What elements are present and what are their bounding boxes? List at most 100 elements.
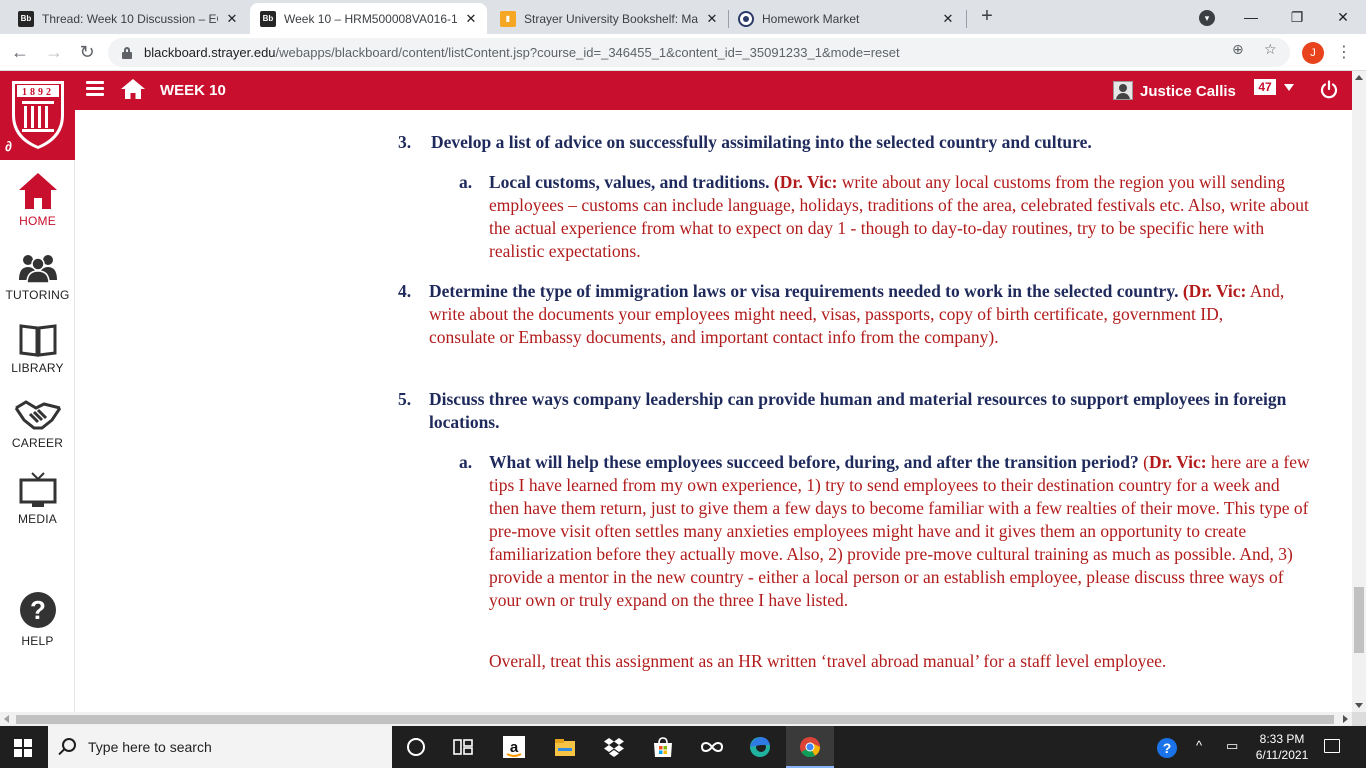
cortana-icon[interactable] (404, 735, 428, 759)
list-number: 4. (398, 281, 412, 301)
left-sidebar: HOME TUTORING LIBRARY CAREER MEDIA ? HEL… (0, 160, 75, 712)
help-tray-icon[interactable]: ? (1156, 737, 1178, 759)
assignment-item-5: Discuss three ways company leadership ca… (429, 389, 1287, 432)
window-controls: — ❐ ✕ (1228, 0, 1366, 34)
clock-date: 6/11/2021 (1255, 748, 1309, 762)
home-icon[interactable] (120, 78, 146, 100)
item-lead: What will help these employees succeed b… (489, 452, 1139, 472)
list-number: 5. (398, 389, 412, 409)
monitor-icon (19, 472, 56, 507)
sidebar-item-tutoring[interactable]: TUTORING (0, 252, 75, 304)
windows-taskbar: Type here to search a ? ^ ▭ 8:33 PM 6/11… (0, 726, 1366, 768)
restore-icon[interactable]: ❐ (1274, 9, 1320, 26)
scroll-right-icon[interactable] (1343, 715, 1348, 723)
list-number: a. (459, 172, 473, 192)
item-body: here are a few tips I have learned from … (489, 452, 1310, 610)
task-view-icon[interactable] (451, 735, 475, 759)
forward-arrow-icon[interactable]: → (42, 40, 66, 64)
windows-start-icon[interactable] (0, 726, 48, 768)
bookshelf-icon: ▮ (500, 10, 516, 27)
lock-icon (122, 46, 132, 59)
home-icon (18, 173, 57, 209)
notification-center-icon[interactable] (1324, 739, 1340, 753)
close-icon[interactable]: ✕ (463, 11, 479, 27)
address-bar[interactable]: blackboard.strayer.edu/webapps/blackboar… (108, 38, 1290, 67)
breadcrumb[interactable]: WEEK 10 (160, 82, 226, 99)
kebab-menu-icon[interactable]: ⋮ (1336, 42, 1352, 62)
overall-note: Overall, treat this assignment as an HR … (489, 651, 1167, 671)
tab-bookshelf[interactable]: ▮ Strayer University Bookshelf: Mar ✕ (490, 3, 728, 34)
sidebar-item-home[interactable]: HOME (0, 172, 75, 230)
item-lead: Local customs, values, and traditions. (489, 172, 770, 192)
vertical-scrollbar[interactable] (1352, 71, 1366, 712)
microsoft-store-icon[interactable] (651, 735, 675, 759)
infinity-app-icon[interactable] (700, 735, 724, 759)
sidebar-item-label: CAREER (11, 436, 64, 450)
svg-text:a: a (510, 739, 519, 756)
assignment-item-3a: Local customs, values, and traditions. (… (489, 171, 1312, 263)
notification-badge[interactable]: 47 (1254, 79, 1276, 95)
url-path: /webapps/blackboard/content/listContent.… (275, 45, 900, 60)
profile-avatar[interactable]: J (1302, 42, 1324, 64)
item-lead: Determine the type of immigration laws o… (429, 281, 1179, 301)
amazon-icon[interactable]: a (502, 735, 526, 759)
reload-icon[interactable]: ↻ (75, 40, 99, 64)
taskbar-search-input[interactable]: Type here to search (48, 726, 392, 768)
book-icon (19, 324, 56, 357)
close-icon[interactable]: ✕ (940, 11, 956, 27)
instructor-label: (Dr. Vic: (1182, 281, 1247, 301)
homework-market-icon (738, 10, 754, 27)
close-window-icon[interactable]: ✕ (1320, 9, 1366, 26)
clock-time: 8:33 PM (1259, 732, 1305, 746)
tab-week-10[interactable]: Bb Week 10 – HRM500008VA016-12 ✕ (250, 3, 487, 34)
scroll-up-icon[interactable] (1355, 75, 1363, 80)
url-host: blackboard.strayer.edu (144, 45, 276, 60)
browser-tab-strip: Bb Thread: Week 10 Discussion – EC ✕ Bb … (0, 0, 1366, 34)
tab-search-icon[interactable]: ▾ (1199, 10, 1215, 26)
question-icon: ? (19, 592, 56, 628)
hamburger-menu-icon[interactable] (86, 81, 104, 97)
tab-title: Strayer University Bookshelf: Mar (524, 11, 698, 26)
close-icon[interactable]: ✕ (224, 11, 240, 27)
horizontal-scrollbar[interactable] (0, 712, 1352, 726)
content-area: 3. Develop a list of advice on successfu… (76, 110, 1352, 712)
scrollbar-corner (1352, 712, 1366, 726)
scroll-left-icon[interactable] (4, 715, 9, 723)
network-icon[interactable]: ▭ (1226, 738, 1238, 754)
chrome-browser-icon (800, 737, 821, 758)
scroll-thumb[interactable] (1354, 587, 1364, 653)
back-arrow-icon[interactable]: ← (8, 40, 32, 64)
zoom-icon[interactable]: ⊕ (1232, 41, 1244, 58)
minimize-icon[interactable]: — (1228, 9, 1274, 25)
bookmark-star-icon[interactable]: ☆ (1264, 41, 1277, 58)
link-icon[interactable]: ∂ (5, 138, 12, 154)
sidebar-item-label: HELP (21, 634, 54, 648)
blackboard-favicon-icon: Bb (260, 10, 276, 27)
chevron-up-icon[interactable]: ^ (1196, 738, 1202, 753)
dropbox-icon[interactable] (602, 735, 626, 759)
sidebar-item-media[interactable]: MEDIA (0, 472, 75, 528)
scroll-down-icon[interactable] (1355, 703, 1363, 708)
blackboard-favicon-icon: Bb (18, 10, 34, 27)
sidebar-item-library[interactable]: LIBRARY (0, 323, 75, 377)
sidebar-item-help[interactable]: ? HELP (0, 590, 75, 650)
taskbar-chrome-active[interactable] (786, 726, 834, 768)
tab-title: Homework Market (762, 11, 860, 26)
handshake-icon (14, 400, 61, 430)
sidebar-item-career[interactable]: CAREER (0, 398, 75, 452)
search-icon (62, 738, 76, 752)
taskbar-clock[interactable]: 8:33 PM 6/11/2021 (1252, 731, 1312, 763)
tab-title: Week 10 – HRM500008VA016-12 (284, 11, 457, 26)
tab-thread-discussion[interactable]: Bb Thread: Week 10 Discussion – EC ✕ (8, 3, 248, 34)
user-name[interactable]: Justice Callis (1140, 83, 1236, 100)
close-icon[interactable]: ✕ (704, 11, 720, 27)
scroll-thumb[interactable] (16, 715, 1334, 724)
edge-browser-icon[interactable] (748, 735, 772, 759)
sidebar-item-label: HOME (19, 214, 56, 228)
new-tab-button[interactable]: + (976, 6, 998, 28)
avatar[interactable] (1113, 81, 1133, 100)
logout-power-icon[interactable] (1319, 80, 1339, 100)
file-explorer-icon[interactable] (553, 735, 577, 759)
chevron-down-icon[interactable] (1284, 84, 1294, 91)
tab-homework-market[interactable]: Homework Market ✕ (728, 3, 964, 34)
